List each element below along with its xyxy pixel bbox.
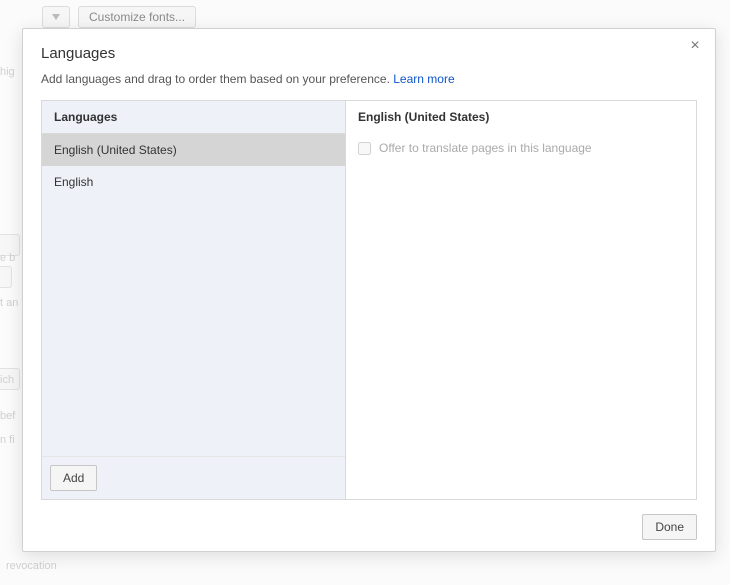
caret-down-icon [52, 14, 60, 20]
done-button[interactable]: Done [642, 514, 697, 540]
learn-more-link[interactable]: Learn more [393, 72, 454, 86]
bg-fragment: n fi [0, 434, 15, 446]
dialog-title: Languages [41, 45, 697, 62]
language-item[interactable]: English [42, 166, 345, 198]
close-icon: × [690, 37, 699, 54]
dialog-subhead: Add languages and drag to order them bas… [41, 72, 697, 86]
selected-language-header: English (United States) [346, 101, 696, 133]
translate-checkbox[interactable] [358, 142, 371, 155]
language-item-label: English [54, 175, 93, 189]
add-row: Add [42, 456, 345, 499]
dialog-footer: Done [41, 500, 697, 540]
language-item[interactable]: English (United States) [42, 134, 345, 166]
languages-list-column: Languages English (United States) Englis… [42, 101, 346, 499]
close-button[interactable]: × [687, 39, 703, 55]
customize-fonts-button: Customize fonts... [78, 6, 196, 28]
translate-option-row: Offer to translate pages in this languag… [346, 133, 696, 163]
bg-fragment: ich [0, 374, 14, 386]
language-item-label: English (United States) [54, 143, 177, 157]
bg-fragment: e b [0, 252, 15, 264]
add-language-button[interactable]: Add [50, 465, 97, 491]
customize-fonts-label: Customize fonts... [89, 10, 185, 24]
bg-fragment: revocation [6, 560, 57, 572]
bg-fragment: t an [0, 297, 18, 309]
bg-fragment: bef [0, 410, 15, 422]
bg-dropdown-button [42, 6, 70, 28]
subhead-text: Add languages and drag to order them bas… [41, 72, 393, 86]
languages-list-header: Languages [42, 101, 345, 134]
bg-pill [0, 266, 12, 288]
language-details-column: English (United States) Offer to transla… [346, 101, 696, 499]
languages-list: English (United States) English [42, 134, 345, 456]
languages-dialog: × Languages Add languages and drag to or… [22, 28, 716, 552]
languages-panel: Languages English (United States) Englis… [41, 100, 697, 500]
translate-label: Offer to translate pages in this languag… [379, 141, 592, 155]
bg-fragment: hig [0, 66, 15, 78]
